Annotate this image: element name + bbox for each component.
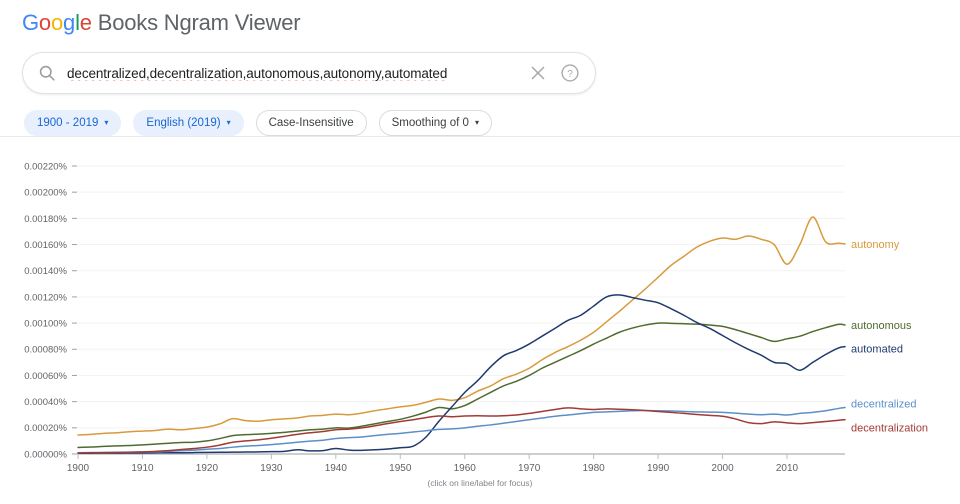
search-bar-container: decentralized,decentralization,autonomou… — [22, 52, 960, 94]
chip-date-range[interactable]: 1900 - 2019 ▾ — [24, 110, 122, 136]
page-header: Google Books Ngram Viewer — [0, 0, 960, 36]
y-tick-label: 0.00060% — [24, 371, 67, 382]
chip-case-sensitivity[interactable]: Case-Insensitive — [255, 110, 367, 136]
chip-smoothing-label: Smoothing of 0 — [391, 117, 469, 129]
chip-date-range-label: 1900 - 2019 — [37, 117, 99, 129]
chart-footnote: (click on line/label for focus) — [428, 478, 533, 488]
svg-text:?: ? — [567, 69, 573, 80]
x-tick-label: 1930 — [260, 463, 283, 474]
x-tick-label: 1900 — [67, 463, 90, 474]
logo-letter-g2: g — [63, 10, 76, 35]
x-tick-label: 1940 — [325, 463, 348, 474]
ngram-chart-svg[interactable]: 0.00000% 0.00020% 0.00040% 0.00060% 0.00080%… — [0, 142, 960, 504]
y-tick-label: 0.00180% — [24, 214, 67, 225]
x-tick-label: 1920 — [196, 463, 219, 474]
ngram-viewer-app: Google Books Ngram Viewer decentralized,… — [0, 0, 960, 504]
x-tick-label: 1970 — [518, 463, 541, 474]
x-tick-label: 1910 — [131, 463, 154, 474]
logo-letter-e: e — [79, 10, 92, 35]
series-line-automated[interactable] — [77, 294, 846, 454]
y-axis-ticks: 0.00000% 0.00020% 0.00040% 0.00060% 0.00080%… — [24, 161, 77, 460]
app-title-text: Books Ngram Viewer — [91, 10, 301, 35]
help-icon[interactable]: ? — [559, 62, 581, 84]
series-line-decentralization[interactable] — [77, 407, 846, 454]
chip-corpus-label: English (2019) — [146, 117, 221, 129]
chart-series-labels[interactable]: autonomy autonomous automated decentralized… — [851, 239, 928, 435]
series-line-decentralized[interactable] — [77, 406, 846, 454]
page-title: Google Books Ngram Viewer — [22, 10, 960, 36]
series-label-decentralization[interactable]: decentralization — [851, 423, 928, 435]
chip-smoothing[interactable]: Smoothing of 0 ▾ — [378, 110, 492, 136]
chart-series-lines[interactable] — [77, 216, 846, 454]
y-tick-label: 0.00200% — [24, 188, 67, 199]
chevron-down-icon: ▾ — [104, 118, 109, 127]
x-axis-ticks: 1900 1910 1920 1930 1940 1950 1960 1970 1980 1990… — [67, 454, 799, 474]
x-tick-label: 2000 — [711, 463, 734, 474]
y-tick-label: 0.00160% — [24, 240, 67, 251]
search-box[interactable]: decentralized,decentralization,autonomou… — [22, 52, 596, 94]
filter-chip-row: 1900 - 2019 ▾ English (2019) ▾ Case-Inse… — [24, 110, 960, 136]
series-label-automated[interactable]: automated — [851, 344, 903, 356]
series-label-autonomy[interactable]: autonomy — [851, 239, 900, 251]
logo-letter-o1: o — [38, 10, 51, 35]
close-icon[interactable] — [527, 62, 549, 84]
y-tick-label: 0.00000% — [24, 449, 67, 460]
x-tick-label: 1950 — [389, 463, 412, 474]
logo-letter-o2: o — [50, 10, 64, 35]
chip-corpus[interactable]: English (2019) ▾ — [133, 110, 244, 136]
y-tick-label: 0.00080% — [24, 345, 67, 356]
logo-letter-g1: G — [22, 10, 39, 35]
series-line-autonomy[interactable] — [77, 216, 846, 436]
y-tick-label: 0.00120% — [24, 292, 67, 303]
chevron-down-icon: ▾ — [474, 118, 479, 127]
header-divider — [0, 136, 960, 137]
ngram-chart[interactable]: 0.00000% 0.00020% 0.00040% 0.00060% 0.00080%… — [0, 142, 960, 504]
chart-gridlines — [78, 165, 845, 429]
search-icon — [39, 65, 55, 81]
chevron-down-icon: ▾ — [226, 118, 231, 127]
chip-case-sensitivity-label: Case-Insensitive — [268, 117, 354, 129]
y-tick-label: 0.00020% — [24, 423, 67, 434]
x-tick-label: 1980 — [583, 463, 606, 474]
search-input[interactable]: decentralized,decentralization,autonomou… — [67, 66, 517, 81]
series-label-autonomous[interactable]: autonomous — [851, 320, 912, 332]
y-tick-label: 0.00100% — [24, 318, 67, 329]
x-tick-label: 1990 — [647, 463, 670, 474]
y-tick-label: 0.00040% — [24, 397, 67, 408]
series-label-decentralized[interactable]: decentralized — [851, 399, 916, 411]
y-tick-label: 0.00140% — [24, 266, 67, 277]
y-tick-label: 0.00220% — [24, 161, 67, 172]
x-tick-label: 1960 — [454, 463, 477, 474]
x-tick-label: 2010 — [776, 463, 799, 474]
